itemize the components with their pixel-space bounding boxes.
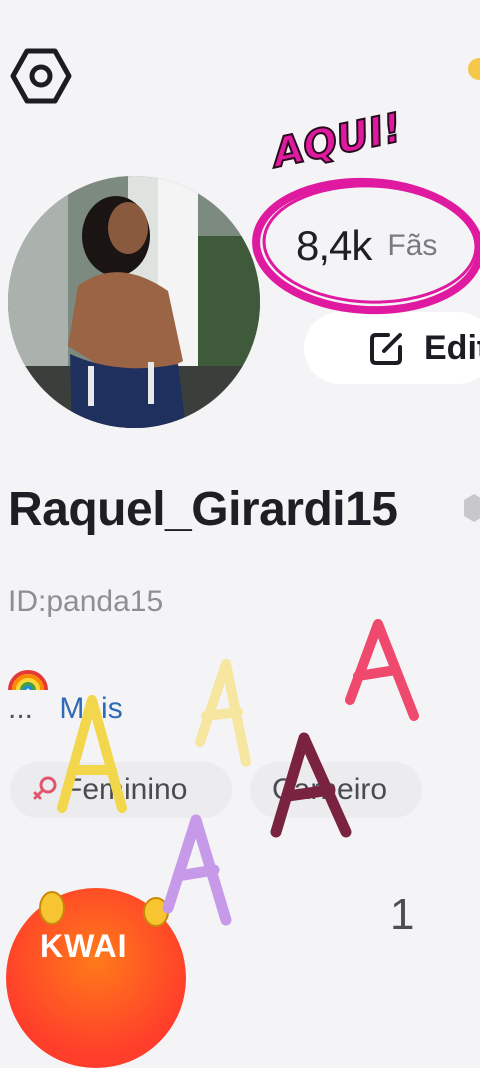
edit-profile-button[interactable]: Edit [304, 312, 480, 384]
fans-count: 8,4k [296, 222, 372, 269]
avatar[interactable] [8, 176, 260, 428]
fans-stat[interactable]: 8,4k Fãs [296, 206, 480, 286]
edit-profile-label: Edit [424, 328, 480, 367]
edit-icon [370, 333, 402, 365]
tag-sign: Carneiro [250, 762, 422, 818]
tag-sign-label: Carneiro [272, 773, 388, 806]
bio-preview: ... Mais [8, 692, 123, 726]
settings-button[interactable] [10, 45, 72, 107]
stat-count: 1 [390, 890, 415, 939]
user-id: ID:panda15 [8, 585, 164, 618]
notification-dot [468, 58, 480, 80]
bio-more-link[interactable]: Mais [59, 692, 122, 725]
username: Raquel_Girardi15 [8, 483, 398, 536]
badge-icon[interactable] [464, 492, 480, 524]
fans-label: Fãs [387, 229, 438, 262]
bio-ellipsis: ... [8, 692, 34, 725]
female-icon [33, 776, 57, 800]
kwai-promo-text: KWAI [40, 928, 128, 964]
annotation-text: AQUI! [268, 104, 407, 178]
tag-gender: Feminino [10, 762, 232, 818]
avatar-photo [8, 176, 260, 428]
settings-icon [10, 48, 72, 104]
tag-gender-label: Feminino [64, 773, 188, 806]
coin-icons [39, 891, 169, 927]
rainbow-icon [8, 670, 48, 691]
